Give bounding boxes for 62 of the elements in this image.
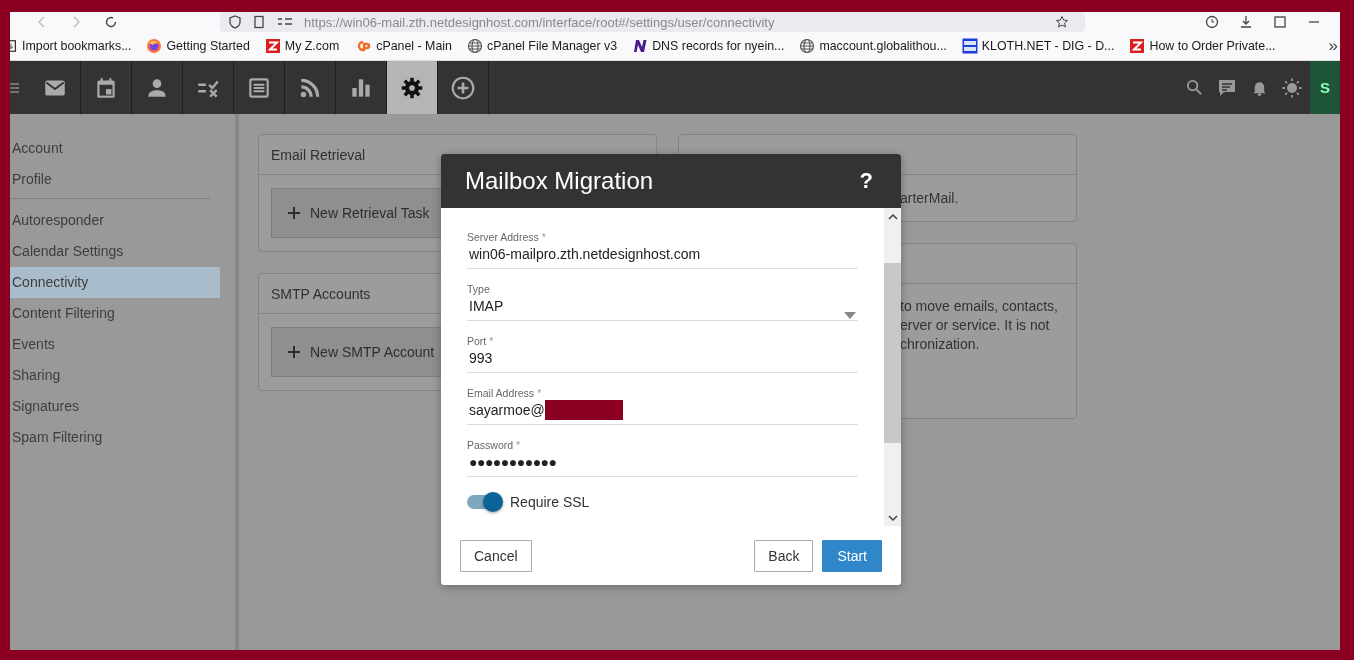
sidebar-item[interactable]: Sharing (10, 360, 220, 391)
sidebar-item[interactable]: Account (10, 133, 220, 164)
page-icon (252, 15, 266, 29)
globe-icon (799, 38, 816, 54)
bookmark-item[interactable]: cPanel - Main (354, 36, 452, 56)
scroll-down-icon[interactable] (887, 515, 898, 521)
input-field[interactable]: Password * ●●●●●●●●●●● (467, 438, 858, 477)
extensions-icon[interactable] (1273, 15, 1287, 29)
bookmark-item[interactable]: Getting Started (146, 36, 250, 56)
bookmark-item[interactable]: cPanel File Manager v3 (467, 36, 618, 56)
sidebar-item[interactable]: Signatures (10, 391, 220, 422)
plus-icon (288, 346, 300, 358)
card-text: arterMail. (900, 189, 959, 208)
sidebar-item[interactable]: Spam Filtering (10, 422, 220, 453)
bookmark-item[interactable]: DNS records for nyein... (632, 36, 785, 56)
sidebar-item[interactable]: Connectivity (10, 267, 220, 298)
input-field[interactable]: Server Address * win06-mailpro.zth.netdesignhost.com (467, 230, 858, 269)
bookmark-item[interactable]: My Z.com (264, 36, 340, 56)
help-icon[interactable]: ? (859, 168, 873, 194)
sidebar-item[interactable]: Profile (10, 164, 220, 195)
plus-icon (288, 207, 300, 219)
card-text: chronization. (900, 335, 980, 354)
add-icon (450, 74, 476, 101)
menu-icon[interactable] (10, 81, 20, 94)
chat-icon[interactable] (1217, 77, 1237, 98)
scroll-thumb[interactable] (884, 262, 901, 443)
sun-icon[interactable] (1282, 77, 1302, 98)
dialog-button[interactable]: Back (754, 539, 814, 572)
download-icon[interactable] (1239, 15, 1253, 29)
browser-logo-icon (146, 38, 163, 54)
history-icon[interactable] (1205, 15, 1219, 29)
sidebar-item[interactable]: Autoresponder (10, 205, 220, 236)
input-field[interactable]: Email Address * sayarmoe@ (467, 386, 858, 425)
user-avatar[interactable]: S (1310, 61, 1340, 114)
logo-icon (961, 38, 978, 54)
toggle-label: Require SSL (510, 494, 590, 510)
logo-icon (632, 38, 649, 54)
dialog-button[interactable]: Start (822, 539, 882, 572)
logo-icon (1129, 38, 1146, 54)
bookmark-item[interactable]: How to Order Private... (1129, 36, 1276, 56)
dialog-button[interactable]: Cancel (460, 539, 532, 572)
star-icon[interactable] (1055, 15, 1069, 29)
globe-icon (467, 38, 483, 54)
scroll-up-icon[interactable] (887, 214, 898, 220)
logo-icon (264, 38, 281, 54)
card-text: to move emails, contacts, (900, 297, 1058, 316)
input-field[interactable]: Port * 993 (467, 334, 858, 373)
more-bookmarks-icon[interactable]: » (1328, 36, 1338, 56)
sidebar-item[interactable]: Events (10, 329, 220, 360)
nav-tab[interactable] (387, 61, 438, 114)
bookmark-item[interactable]: Import bookmarks... (10, 36, 132, 56)
sidebar-item[interactable]: Calendar Settings (10, 236, 220, 267)
select-field[interactable]: Type IMAP (467, 282, 858, 321)
bookmark-item[interactable]: KLOTH.NET - DIG - D... (961, 36, 1115, 56)
search-icon[interactable] (1186, 79, 1203, 96)
sidebar-item[interactable]: Content Filtering (10, 298, 220, 329)
toggle-switch[interactable] (467, 495, 501, 509)
dropdown-caret-icon (844, 312, 856, 319)
reload-icon[interactable] (104, 15, 118, 29)
card-text: erver or service. It is not (900, 316, 1050, 335)
bookmark-item[interactable]: maccount.globalithou... (799, 36, 947, 56)
shield-icon (228, 15, 242, 29)
